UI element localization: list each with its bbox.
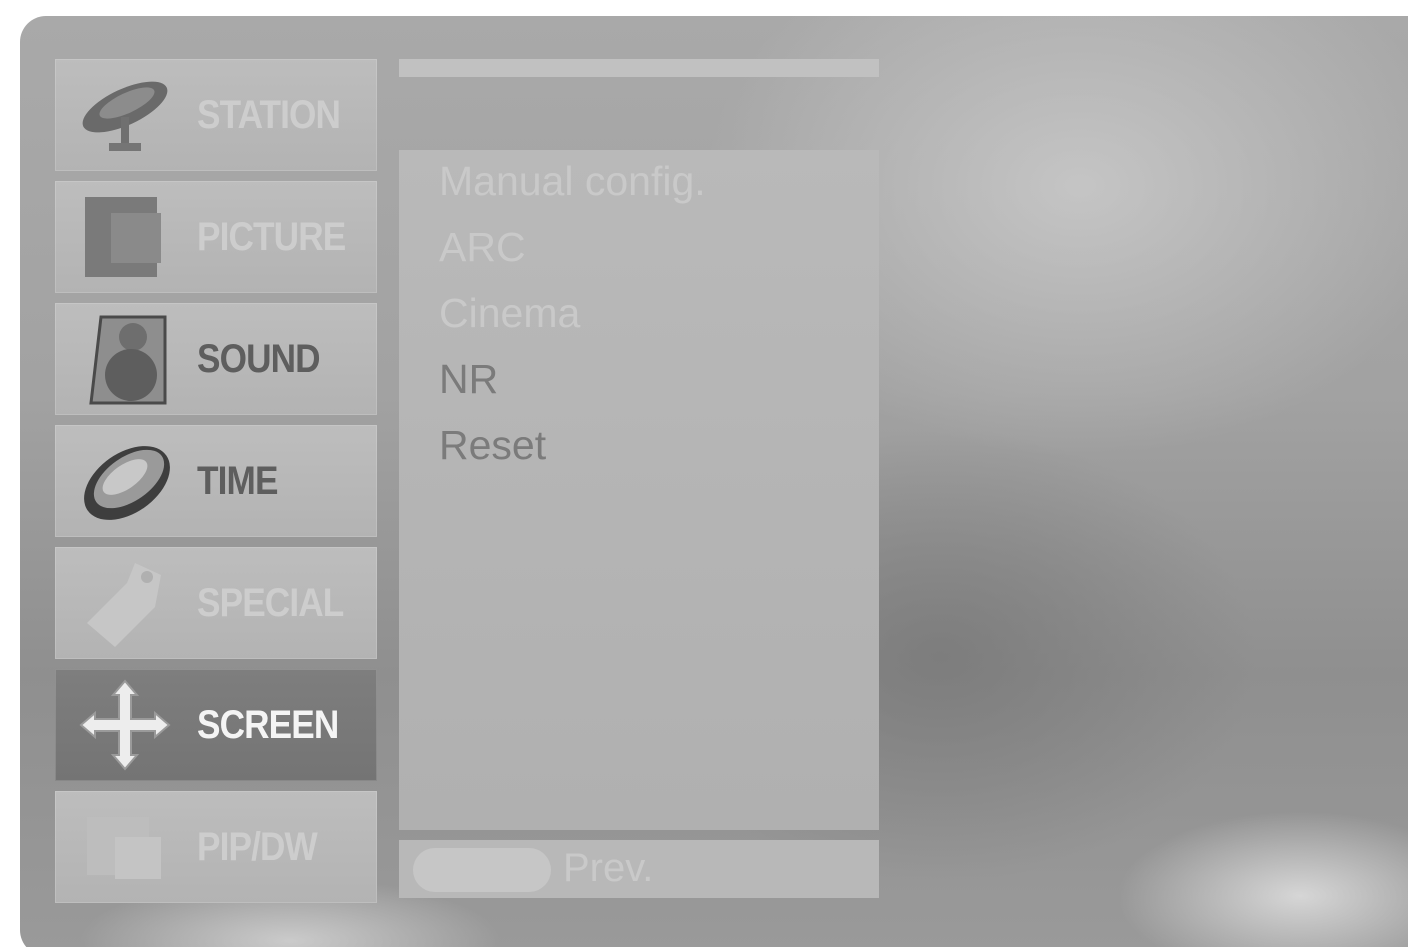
submenu-panel: Manual config. ARC Cinema NR Reset	[399, 150, 879, 830]
tag-icon	[75, 557, 175, 649]
menu-item-station[interactable]: STATION	[55, 59, 377, 171]
clock-icon	[75, 435, 175, 527]
menu-item-special[interactable]: SPECIAL	[55, 547, 377, 659]
submenu-item-arc[interactable]: ARC	[439, 224, 526, 271]
menu-item-label: PICTURE	[197, 215, 346, 259]
menu-item-picture[interactable]: PICTURE	[55, 181, 377, 293]
satellite-dish-icon	[75, 69, 175, 161]
move-arrows-icon	[75, 679, 175, 771]
picture-icon	[75, 191, 175, 283]
menu-item-label: PIP/DW	[197, 825, 318, 869]
prev-label: Prev.	[563, 846, 654, 890]
submenu-item-cinema[interactable]: Cinema	[439, 290, 580, 337]
submenu-title-bar	[399, 59, 879, 77]
prev-button[interactable]	[413, 848, 551, 892]
submenu-item-manual-config[interactable]: Manual config.	[439, 158, 706, 205]
submenu-item-nr[interactable]: NR	[439, 356, 498, 403]
menu-item-sound[interactable]: SOUND	[55, 303, 377, 415]
menu-item-label: STATION	[197, 93, 341, 137]
menu-item-label: TIME	[197, 459, 278, 503]
menu-item-label: SPECIAL	[197, 581, 344, 625]
pip-icon	[75, 801, 175, 893]
menu-item-label: SCREEN	[197, 703, 339, 747]
menu-item-screen[interactable]: SCREEN	[55, 669, 377, 781]
menu-item-label: SOUND	[197, 337, 321, 381]
speaker-icon	[75, 313, 175, 405]
tv-osd-screen: STATION PICTURE SOUND TIME SPECIAL SCREE…	[20, 16, 1408, 947]
menu-item-time[interactable]: TIME	[55, 425, 377, 537]
menu-item-pip-dw[interactable]: PIP/DW	[55, 791, 377, 903]
submenu-item-reset[interactable]: Reset	[439, 422, 546, 469]
footer-bar: Prev.	[399, 840, 879, 898]
